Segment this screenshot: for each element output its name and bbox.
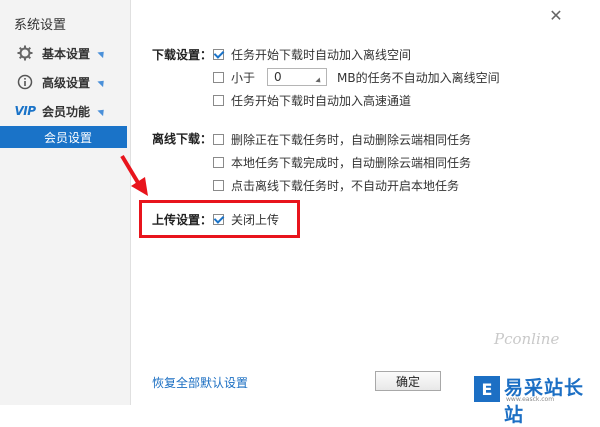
info-icon [16, 73, 34, 91]
option-label: 任务开始下载时自动加入离线空间 [231, 48, 412, 62]
offline-option-2[interactable]: 本地任务下载完成时，自动删除云端相同任务 [213, 154, 471, 171]
option-label: 点击离线下载任务时，不自动开启本地任务 [231, 179, 460, 193]
sidebar-subitem-vip-settings[interactable]: 会员设置 [0, 126, 127, 148]
vip-icon: VIP [14, 102, 36, 120]
ok-button[interactable]: 确定 [375, 371, 441, 391]
checkbox[interactable] [213, 134, 224, 145]
download-option-size-threshold[interactable]: 小于 0 MB的任务不自动加入离线空间 [213, 68, 500, 86]
download-option-auto-offline[interactable]: 任务开始下载时自动加入离线空间 [213, 46, 411, 63]
settings-window: 系统设置 基本设置 高级设置 VIP 会员功能 会员设置 ✕ 下载设置： 任务开… [0, 0, 600, 426]
offline-option-3[interactable]: 点击离线下载任务时，不自动开启本地任务 [213, 177, 459, 194]
download-settings-label: 下载设置： [152, 48, 213, 62]
sidebar-item-vip[interactable]: VIP 会员功能 [0, 98, 130, 124]
sidebar-item-label: 会员功能 [42, 104, 91, 119]
pconline-watermark: Pconline [494, 330, 560, 348]
sidebar-subitem-label: 会员设置 [44, 130, 93, 145]
sidebar-item-label: 基本设置 [42, 46, 91, 61]
offline-option-1[interactable]: 删除正在下载任务时，自动删除云端相同任务 [213, 131, 471, 148]
option-label-prefix: 小于 [231, 70, 256, 85]
checkbox[interactable] [213, 157, 224, 168]
site-logo: E 易采站长站 www.easck.com [470, 372, 600, 426]
vip-badge: VIP [14, 104, 36, 118]
chevron-icon [97, 77, 107, 87]
option-label-suffix: MB的任务不自动加入离线空间 [337, 70, 500, 85]
site-sub: www.easck.com [506, 396, 555, 403]
checkbox[interactable] [213, 49, 224, 60]
download-option-high-speed[interactable]: 任务开始下载时自动加入高速通道 [213, 92, 411, 109]
chevron-icon [97, 48, 107, 58]
option-label: 删除正在下载任务时，自动删除云端相同任务 [231, 133, 472, 147]
chevron-icon [97, 106, 107, 116]
offline-settings-label: 离线下载： [152, 132, 213, 146]
checkbox[interactable] [213, 95, 224, 106]
close-icon[interactable]: ✕ [548, 8, 564, 24]
sidebar: 系统设置 基本设置 高级设置 VIP 会员功能 会员设置 [0, 0, 131, 405]
checkbox[interactable] [213, 180, 224, 191]
logo-mark-icon: E [474, 376, 500, 402]
option-label: 本地任务下载完成时，自动删除云端相同任务 [231, 156, 472, 170]
window-title: 系统设置 [14, 18, 67, 33]
annotation-arrow-icon [120, 154, 148, 196]
size-threshold-input[interactable]: 0 [267, 68, 328, 86]
restore-defaults-link[interactable]: 恢复全部默认设置 [152, 374, 248, 391]
option-label: 任务开始下载时自动加入高速通道 [231, 94, 412, 108]
sidebar-item-label: 高级设置 [42, 75, 91, 90]
highlight-box [139, 200, 300, 238]
spin-down-icon[interactable] [315, 77, 323, 85]
size-threshold-value: 0 [274, 70, 282, 84]
sidebar-item-advanced[interactable]: 高级设置 [0, 69, 130, 95]
sidebar-item-basic[interactable]: 基本设置 [0, 40, 130, 66]
gear-icon [16, 44, 34, 62]
checkbox[interactable] [213, 71, 224, 83]
